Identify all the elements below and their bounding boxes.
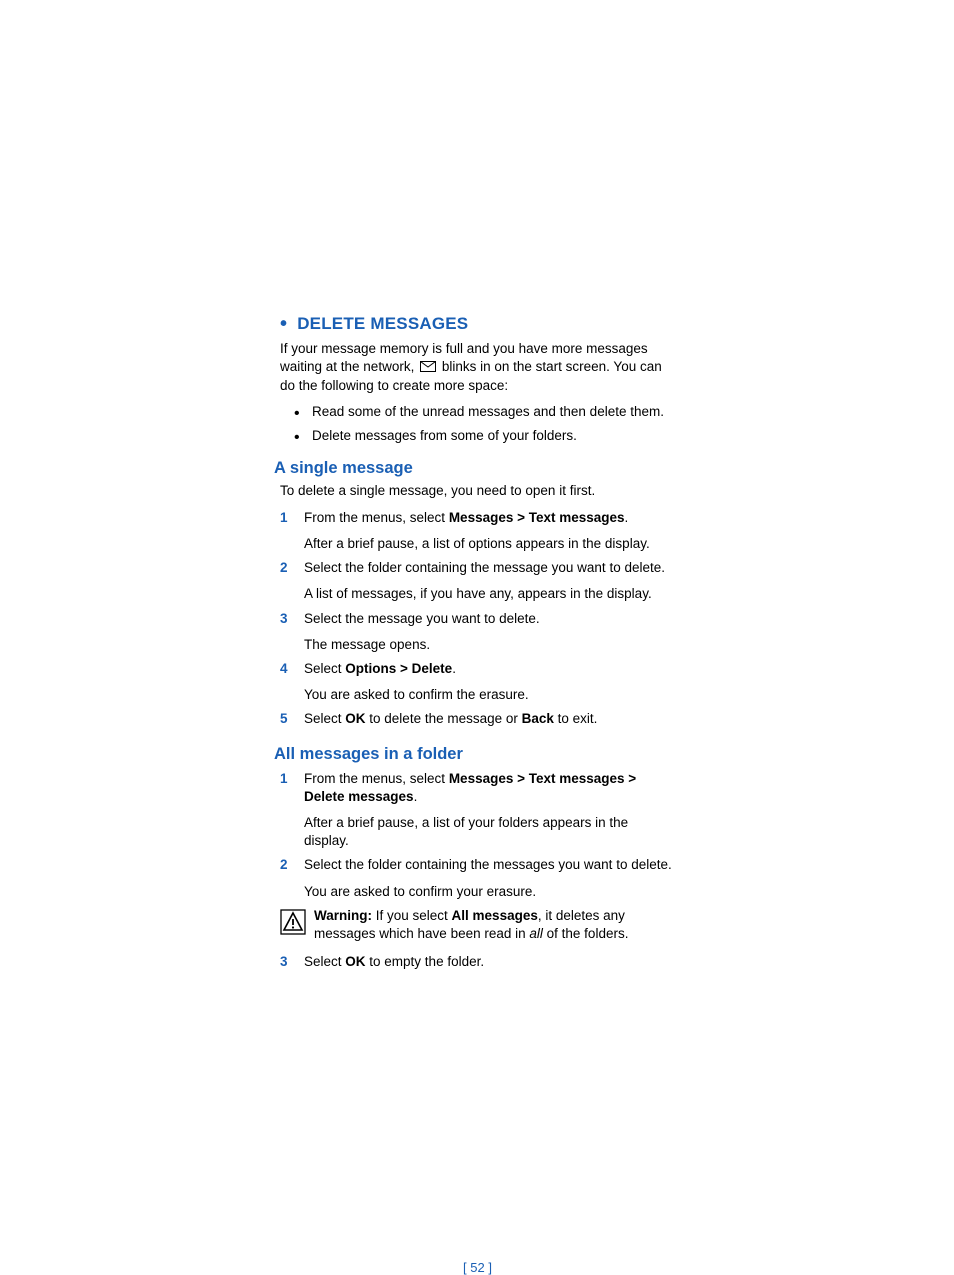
step-text: Select the folder containing the message…	[304, 560, 665, 575]
step-subtext: After a brief pause, a list of your fold…	[304, 814, 675, 850]
step-post: .	[625, 510, 629, 525]
step-subtext: You are asked to confirm the erasure.	[304, 686, 675, 704]
heading-bullet-icon: •	[280, 313, 287, 335]
step-number: 2	[280, 856, 288, 874]
step-bold: Messages > Text messages	[449, 510, 625, 525]
step-item: 1 From the menus, select Messages > Text…	[280, 509, 675, 553]
envelope-icon	[420, 359, 436, 377]
warning-bold: All messages	[452, 908, 538, 923]
warning-icon	[280, 909, 306, 938]
step-post: to exit.	[554, 711, 598, 726]
warning-italic: all	[529, 926, 543, 941]
step-text: Select the folder containing the message…	[304, 857, 672, 872]
warning-post: of the folders.	[543, 926, 629, 941]
warning-text: Warning: If you select All messages, it …	[314, 907, 675, 943]
subheading-folder: All messages in a folder	[274, 745, 675, 764]
step-number: 2	[280, 559, 288, 577]
step-post: .	[414, 789, 418, 804]
step-item: 4 Select Options > Delete. You are asked…	[280, 660, 675, 704]
step-bold2: Back	[522, 711, 554, 726]
step-item: 2 Select the folder containing the messa…	[280, 559, 675, 603]
step-item: 1 From the menus, select Messages > Text…	[280, 770, 675, 851]
step-item: 3 Select the message you want to delete.…	[280, 610, 675, 654]
step-text: Select	[304, 711, 345, 726]
step-item: 2 Select the folder containing the messa…	[280, 856, 675, 900]
bullet-item: Delete messages from some of your folder…	[280, 427, 675, 445]
page-number: [ 52 ]	[280, 1260, 675, 1275]
step-subtext: You are asked to confirm your erasure.	[304, 883, 675, 901]
step-bold: OK	[345, 954, 365, 969]
warning-block: Warning: If you select All messages, it …	[280, 907, 675, 943]
step-number: 3	[280, 610, 288, 628]
step-text: Select the message you want to delete.	[304, 611, 540, 626]
warning-pre: If you select	[372, 908, 452, 923]
step-item: 3 Select OK to empty the folder.	[280, 953, 675, 971]
steps-folder-continued: 3 Select OK to empty the folder.	[280, 953, 675, 971]
bullet-item: Read some of the unread messages and the…	[280, 403, 675, 421]
step-subtext: After a brief pause, a list of options a…	[304, 535, 675, 553]
steps-folder: 1 From the menus, select Messages > Text…	[280, 770, 675, 901]
step-number: 4	[280, 660, 288, 678]
intro-bullet-list: Read some of the unread messages and the…	[280, 403, 675, 445]
step-text: From the menus, select	[304, 771, 449, 786]
step-item: 5 Select OK to delete the message or Bac…	[280, 710, 675, 728]
steps-single-message: 1 From the menus, select Messages > Text…	[280, 509, 675, 729]
sub1-intro: To delete a single message, you need to …	[280, 482, 675, 500]
document-page: • DELETE MESSAGES If your message memory …	[280, 314, 675, 978]
step-subtext: The message opens.	[304, 636, 675, 654]
step-post: to empty the folder.	[366, 954, 485, 969]
step-number: 5	[280, 710, 288, 728]
intro-paragraph: If your message memory is full and you h…	[280, 340, 675, 395]
step-number: 1	[280, 509, 288, 527]
step-text: From the menus, select	[304, 510, 449, 525]
step-post: .	[452, 661, 456, 676]
step-bold: Options > Delete	[345, 661, 452, 676]
step-number: 1	[280, 770, 288, 788]
warning-label: Warning:	[314, 908, 372, 923]
step-bold: OK	[345, 711, 365, 726]
step-subtext: A list of messages, if you have any, app…	[304, 585, 675, 603]
heading-text: DELETE MESSAGES	[297, 314, 468, 333]
step-text: Select	[304, 954, 345, 969]
step-text: Select	[304, 661, 345, 676]
step-mid: to delete the message or	[366, 711, 522, 726]
section-heading: • DELETE MESSAGES	[280, 314, 675, 334]
step-number: 3	[280, 953, 288, 971]
subheading-single: A single message	[274, 459, 675, 478]
